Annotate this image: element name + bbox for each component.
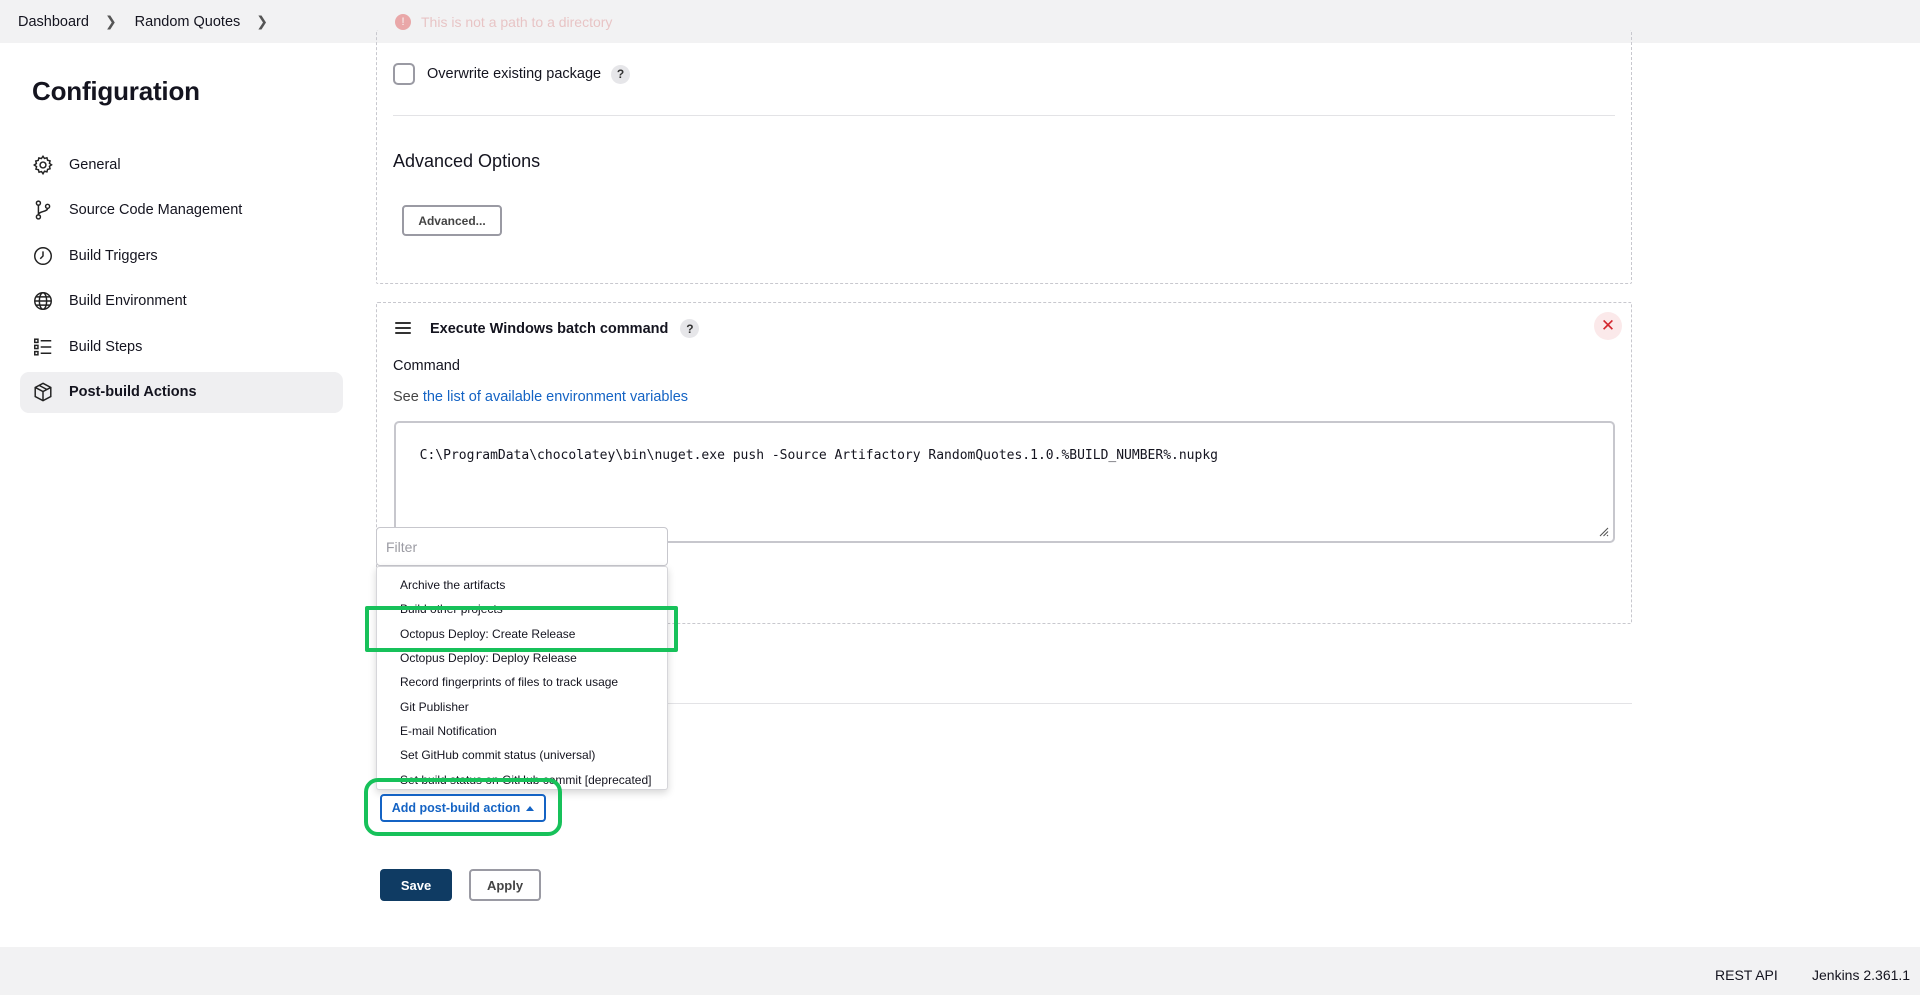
error-icon: ! xyxy=(395,14,411,30)
menu-item-git-publisher[interactable]: Git Publisher xyxy=(377,694,667,718)
timer-icon xyxy=(34,246,52,265)
rest-api-link[interactable]: REST API xyxy=(1715,967,1778,983)
sidebar-item-post-build-actions[interactable]: Post-build Actions xyxy=(20,371,343,413)
sidebar-item-label: Build Environment xyxy=(69,293,187,309)
sidebar-nav: General Source Code Management Build Tri… xyxy=(20,144,343,417)
jenkins-version-link[interactable]: Jenkins 2.361.1 xyxy=(1812,967,1910,983)
menu-item-github-commit-status[interactable]: Set GitHub commit status (universal) xyxy=(377,743,667,767)
add-post-build-action-button[interactable]: Add post-build action xyxy=(380,794,546,822)
sidebar-item-build-steps[interactable]: Build Steps xyxy=(20,326,343,367)
package-icon xyxy=(34,382,52,402)
menu-item-octopus-create-release[interactable]: Octopus Deploy: Create Release xyxy=(377,622,667,646)
command-textarea[interactable]: C:\ProgramData\chocolatey\bin\nuget.exe … xyxy=(394,421,1615,543)
branch-icon xyxy=(35,200,51,220)
save-button[interactable]: Save xyxy=(380,869,452,901)
overwrite-row: Overwrite existing package ? xyxy=(393,63,631,85)
add-post-build-action-label: Add post-build action xyxy=(391,801,521,815)
breadcrumb-dashboard[interactable]: Dashboard xyxy=(18,14,89,30)
sidebar-item-label: Build Triggers xyxy=(69,247,158,264)
sidebar-item-label: Source Code Management xyxy=(69,202,243,218)
menu-item-build-other-projects[interactable]: Build other projects xyxy=(377,597,667,621)
drag-handle-icon[interactable] xyxy=(395,322,411,334)
menu-item-archive-artifacts[interactable]: Archive the artifacts xyxy=(377,573,667,597)
command-label: Command xyxy=(393,358,460,374)
env-vars-prefix: See xyxy=(393,389,419,405)
list-icon xyxy=(34,337,52,356)
apply-button[interactable]: Apply xyxy=(469,869,541,901)
chevron-right-icon[interactable]: ❯ xyxy=(256,13,268,30)
overwrite-label: Overwrite existing package xyxy=(427,66,602,82)
footer: REST API Jenkins 2.361.1 xyxy=(0,947,1920,995)
resize-grip-icon[interactable] xyxy=(1599,527,1609,537)
menu-item-email-notification[interactable]: E-mail Notification xyxy=(377,719,667,743)
sidebar-item-build-environment[interactable]: Build Environment xyxy=(20,281,343,322)
chevron-right-icon: ❯ xyxy=(104,13,117,29)
sidebar-item-source-code-management[interactable]: Source Code Management xyxy=(20,190,343,231)
command-text: C:\ProgramData\chocolatey\bin\nuget.exe … xyxy=(419,448,1218,463)
batch-step-title-row: Execute Windows batch command ? xyxy=(430,319,700,338)
page-title: Configuration xyxy=(32,76,200,106)
post-build-action-menu: Archive the artifacts Build other projec… xyxy=(376,566,668,790)
batch-step-title: Execute Windows batch command xyxy=(430,320,669,337)
breadcrumb-random-quotes[interactable]: Random Quotes xyxy=(135,14,241,30)
globe-icon xyxy=(34,292,52,310)
sidebar-item-label: General xyxy=(69,156,121,173)
gear-icon xyxy=(33,154,53,175)
env-vars-line: See the list of available environment va… xyxy=(393,389,688,405)
sidebar-item-label: Build Steps xyxy=(69,338,143,355)
overwrite-checkbox[interactable] xyxy=(393,63,415,85)
sidebar-item-label: Post-build Actions xyxy=(69,384,197,400)
caret-up-icon xyxy=(526,805,535,811)
background-warning: ! This is not a path to a directory xyxy=(395,14,612,30)
background-warning-text: This is not a path to a directory xyxy=(421,14,613,30)
advanced-options-title: Advanced Options xyxy=(393,151,541,171)
menu-item-octopus-deploy-release[interactable]: Octopus Deploy: Deploy Release xyxy=(377,646,667,670)
sidebar-item-general[interactable]: General xyxy=(20,144,343,185)
help-icon[interactable]: ? xyxy=(611,64,631,84)
advanced-button[interactable]: Advanced... xyxy=(402,205,502,236)
breadcrumb: Dashboard ❯ Random Quotes ❯ xyxy=(18,13,268,30)
divider xyxy=(393,115,1615,116)
menu-item-record-fingerprints[interactable]: Record fingerprints of files to track us… xyxy=(377,670,667,694)
close-icon[interactable]: ✕ xyxy=(1594,312,1622,340)
help-icon[interactable]: ? xyxy=(680,319,700,338)
sidebar-item-build-triggers[interactable]: Build Triggers xyxy=(20,235,343,276)
env-vars-link[interactable]: the list of available environment variab… xyxy=(423,389,688,405)
filter-input[interactable] xyxy=(376,527,668,566)
